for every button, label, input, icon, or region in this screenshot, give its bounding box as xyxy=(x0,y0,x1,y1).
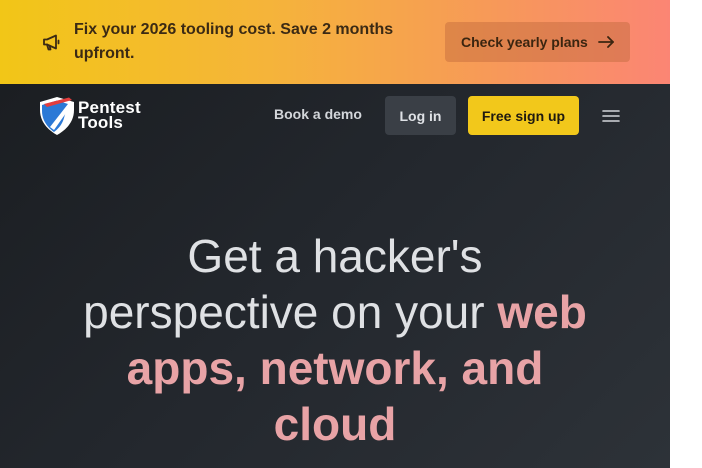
hero-highlight-line-4: cloud xyxy=(273,398,397,450)
shield-logo-icon xyxy=(38,96,76,136)
hero-headline: Get a hacker's perspective on your web a… xyxy=(0,228,670,452)
book-demo-link[interactable]: Book a demo xyxy=(274,106,362,122)
hero-highlight-web: web xyxy=(497,286,587,338)
free-signup-button[interactable]: Free sign up xyxy=(468,96,579,135)
site-header: Pentest Tools Book a demo Log in Free si… xyxy=(0,84,670,468)
megaphone-icon xyxy=(41,32,61,52)
check-yearly-plans-label: Check yearly plans xyxy=(461,34,588,50)
logo-wordmark: Pentest Tools xyxy=(78,99,141,132)
check-yearly-plans-button[interactable]: Check yearly plans xyxy=(445,22,630,62)
arrow-right-icon xyxy=(598,35,614,49)
hamburger-menu-icon[interactable] xyxy=(601,108,621,124)
hero-highlight-line-3: apps, network, and xyxy=(126,342,544,394)
hero-line-2-plain: perspective on your xyxy=(83,286,498,338)
promo-banner: Fix your 2026 tooling cost. Save 2 month… xyxy=(0,0,670,84)
login-button[interactable]: Log in xyxy=(385,96,456,135)
hero-line-1: Get a hacker's xyxy=(187,230,483,282)
pentest-tools-logo[interactable]: Pentest Tools xyxy=(38,96,154,136)
promo-text: Fix your 2026 tooling cost. Save 2 month… xyxy=(74,21,394,62)
logo-line-2: Tools xyxy=(78,113,124,132)
page: Fix your 2026 tooling cost. Save 2 month… xyxy=(0,0,670,468)
hero-line-2: perspective on your web xyxy=(0,284,670,340)
